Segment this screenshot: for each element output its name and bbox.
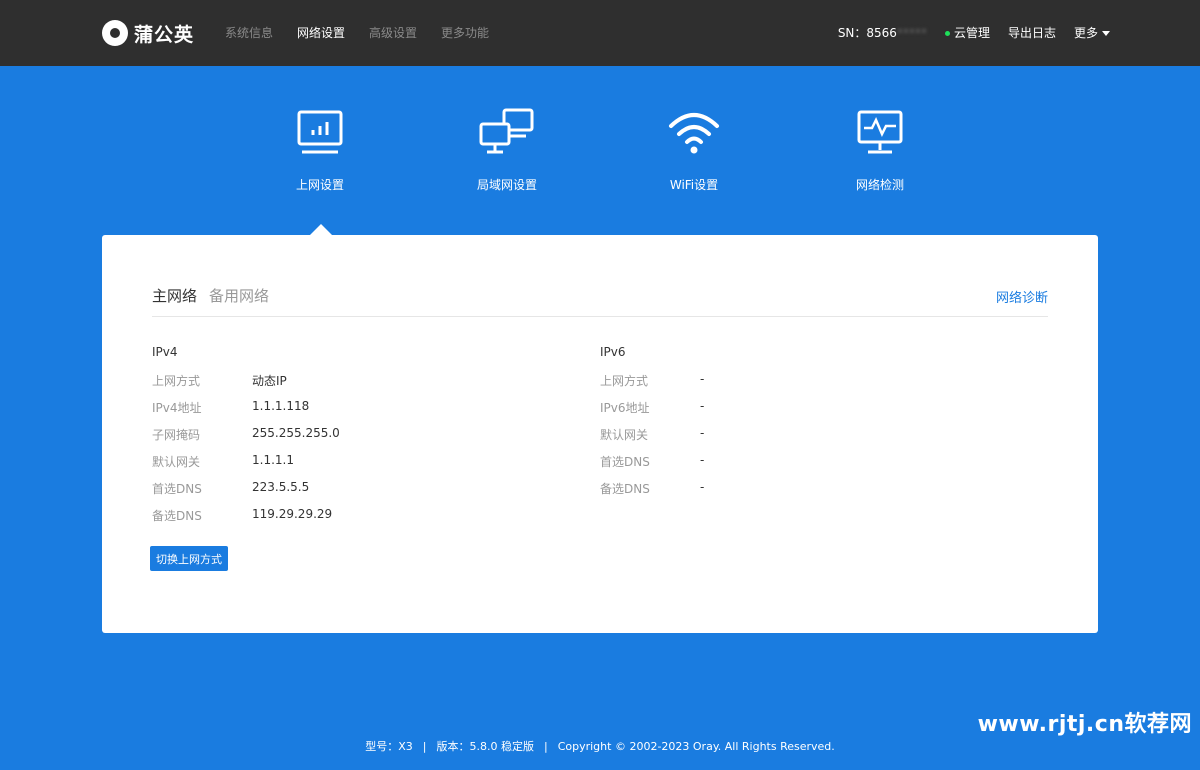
ipv4-row-connection-type: 上网方式 动态IP (152, 363, 552, 390)
brand-logo[interactable]: 蒲公英 (102, 18, 194, 48)
feature-internet-settings[interactable]: 上网设置 (260, 108, 380, 193)
field-value: 255.255.255.0 (252, 426, 340, 440)
tab-backup-network[interactable]: 备用网络 (209, 285, 269, 306)
active-feature-pointer (310, 224, 332, 235)
export-log-link[interactable]: 导出日志 (1008, 24, 1056, 41)
dandelion-logo-icon (102, 20, 128, 46)
ipv6-row-primary-dns: 首选DNS - (600, 444, 1000, 471)
top-bar: 蒲公英 系统信息 网络设置 高级设置 更多功能 SN：8566***** 云管理… (0, 0, 1200, 66)
network-tabs: 主网络 备用网络 网络诊断 (152, 285, 1048, 317)
field-label: 备选DNS (152, 509, 202, 523)
field-label: 默认网关 (152, 455, 201, 469)
serial-number-prefix: SN：8566 (837, 26, 897, 40)
footer-copyright: Copyright © 2002-2023 Oray. All Rights R… (557, 740, 835, 753)
field-label: 首选DNS (152, 482, 202, 496)
tab-main-network[interactable]: 主网络 (152, 285, 197, 306)
feature-lan-settings[interactable]: 局域网设置 (447, 108, 567, 193)
site-watermark: www.rjtj.cn软荐网 (977, 712, 1192, 737)
ipv4-title: IPv4 (152, 345, 178, 359)
ipv6-row-gateway: 默认网关 - (600, 417, 1000, 444)
field-label: 默认网关 (600, 428, 649, 442)
header-actions: SN：8566***** 云管理 导出日志 更多 (838, 24, 1110, 41)
field-label: 首选DNS (600, 455, 650, 469)
network-diagnose-link[interactable]: 网络诊断 (996, 287, 1048, 306)
more-menu[interactable]: 更多 (1074, 24, 1110, 41)
field-label: IPv6地址 (600, 401, 650, 415)
nav-advanced-settings[interactable]: 高级设置 (369, 24, 417, 41)
ipv4-row-subnet-mask: 子网掩码 255.255.255.0 (152, 417, 552, 444)
cloud-manage-link[interactable]: 云管理 (944, 24, 990, 41)
nav-network-settings[interactable]: 网络设置 (297, 24, 345, 41)
lan-monitors-icon (479, 108, 534, 154)
feature-label: 网络检测 (855, 178, 904, 192)
monitor-pulse-icon (857, 110, 903, 154)
switch-connection-type-button[interactable]: 切换上网方式 (150, 546, 228, 571)
feature-network-detection[interactable]: 网络检测 (820, 108, 940, 193)
ipv4-row-gateway: 默认网关 1.1.1.1 (152, 444, 552, 471)
field-value: 1.1.1.118 (252, 399, 310, 413)
wifi-icon (669, 113, 719, 154)
serial-number: SN：8566***** (838, 24, 927, 41)
online-status-dot-icon (944, 31, 950, 36)
footer-model: 型号：X3 (365, 740, 413, 753)
main-nav: 系统信息 网络设置 高级设置 更多功能 (225, 24, 489, 41)
ipv4-section: IPv4 上网方式 动态IP IPv4地址 1.1.1.118 子网掩码 255.25… (152, 345, 552, 525)
nav-more-features[interactable]: 更多功能 (441, 24, 489, 41)
ipv6-row-address: IPv6地址 - (600, 390, 1000, 417)
field-label: 子网掩码 (152, 428, 201, 442)
field-label: IPv4地址 (152, 401, 202, 415)
feature-label: 上网设置 (295, 178, 344, 192)
field-value: 119.29.29.29 (252, 507, 333, 521)
field-value: - (700, 372, 705, 386)
field-label: 备选DNS (600, 482, 650, 496)
footer-version: 版本：5.8.0 稳定版 (436, 740, 534, 753)
ipv4-row-secondary-dns: 备选DNS 119.29.29.29 (152, 498, 552, 525)
monitor-chart-icon (297, 110, 343, 154)
field-value: - (700, 453, 705, 467)
serial-number-masked: ***** (896, 26, 927, 40)
footer: 型号：X3 | 版本：5.8.0 稳定版 | Copyright © 2002-2023… (0, 738, 1200, 754)
field-label: 上网方式 (600, 374, 649, 388)
ipv4-row-primary-dns: 首选DNS 223.5.5.5 (152, 471, 552, 498)
field-value: - (700, 480, 705, 494)
field-value: - (700, 426, 705, 440)
caret-down-icon (1102, 31, 1110, 36)
feature-nav: 上网设置 局域网设置 WiFi设置 网络检测 (0, 108, 1200, 208)
ipv6-section: IPv6 上网方式 - IPv6地址 - 默认网关 - 首选DNS - 备选DNS - (600, 345, 1000, 498)
feature-label: WiFi设置 (669, 178, 719, 192)
field-value: - (700, 399, 705, 413)
field-value: 223.5.5.5 (252, 480, 310, 494)
field-value: 动态IP (252, 374, 287, 388)
ipv4-row-address: IPv4地址 1.1.1.118 (152, 390, 552, 417)
footer-separator: | (543, 740, 548, 753)
brand-name: 蒲公英 (134, 23, 195, 46)
internet-settings-panel: 主网络 备用网络 网络诊断 IPv4 上网方式 动态IP IPv4地址 1.1.1.… (102, 235, 1098, 633)
footer-separator: | (422, 740, 427, 753)
field-value: 1.1.1.1 (252, 453, 294, 467)
nav-system-info[interactable]: 系统信息 (225, 24, 273, 41)
more-menu-label: 更多 (1073, 26, 1098, 40)
cloud-manage-label: 云管理 (953, 26, 990, 40)
field-label: 上网方式 (152, 374, 201, 388)
ipv6-row-connection-type: 上网方式 - (600, 363, 1000, 390)
feature-label: 局域网设置 (476, 178, 537, 192)
feature-wifi-settings[interactable]: WiFi设置 (634, 108, 754, 193)
ipv6-row-secondary-dns: 备选DNS - (600, 471, 1000, 498)
ipv6-title: IPv6 (600, 345, 626, 359)
